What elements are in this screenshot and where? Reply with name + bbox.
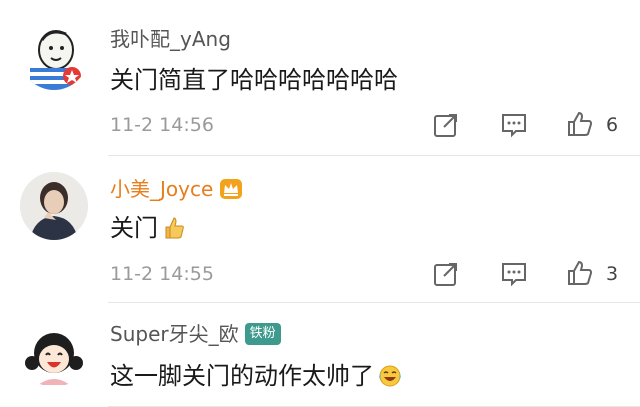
username-text[interactable]: 我卟配_yAng (110, 26, 231, 52)
username[interactable]: Super牙尖_欧 铁粉 (110, 321, 281, 347)
avatar[interactable] (20, 319, 88, 387)
crown-icon (220, 179, 243, 199)
divider (108, 155, 640, 156)
comment-text-body: 这一脚关门的动作太帅了 (110, 362, 374, 390)
like-icon[interactable] (566, 110, 594, 138)
comment-text-body: 关门简直了哈哈哈哈哈哈哈 (110, 66, 398, 94)
username-text[interactable]: Super牙尖_欧 (110, 321, 239, 347)
comment-text: 关门 (110, 212, 186, 244)
comment-icon[interactable] (500, 111, 528, 139)
thumbs-up-emoji (165, 217, 184, 239)
laughing-tears-emoji (379, 365, 401, 387)
share-icon[interactable] (432, 260, 460, 288)
username[interactable]: 小美_Joyce (110, 176, 243, 202)
like-count: 6 (606, 114, 619, 136)
avatar[interactable] (20, 172, 88, 240)
comment-time: 11-2 14:55 (110, 263, 214, 285)
share-icon[interactable] (432, 111, 460, 139)
comment-item: 小美_Joyce 关门 11-2 14:55 3 (0, 160, 640, 310)
avatar[interactable] (20, 22, 88, 90)
comment-time: 11-2 14:56 (110, 114, 214, 136)
like-icon[interactable] (566, 259, 594, 287)
comment-text-body: 关门 (110, 214, 158, 242)
comment-text: 关门简直了哈哈哈哈哈哈哈 (110, 64, 398, 96)
username-text[interactable]: 小美_Joyce (110, 176, 213, 202)
comment-item: 我卟配_yAng 关门简直了哈哈哈哈哈哈哈 11-2 14:56 6 (0, 0, 640, 160)
like-count: 3 (606, 263, 619, 285)
comment-item: Super牙尖_欧 铁粉 这一脚关门的动作太帅了 (0, 303, 640, 407)
fan-badge[interactable]: 铁粉 (244, 323, 281, 345)
comment-text: 这一脚关门的动作太帅了 (110, 360, 402, 392)
username[interactable]: 我卟配_yAng (110, 26, 231, 52)
comment-icon[interactable] (500, 260, 528, 288)
